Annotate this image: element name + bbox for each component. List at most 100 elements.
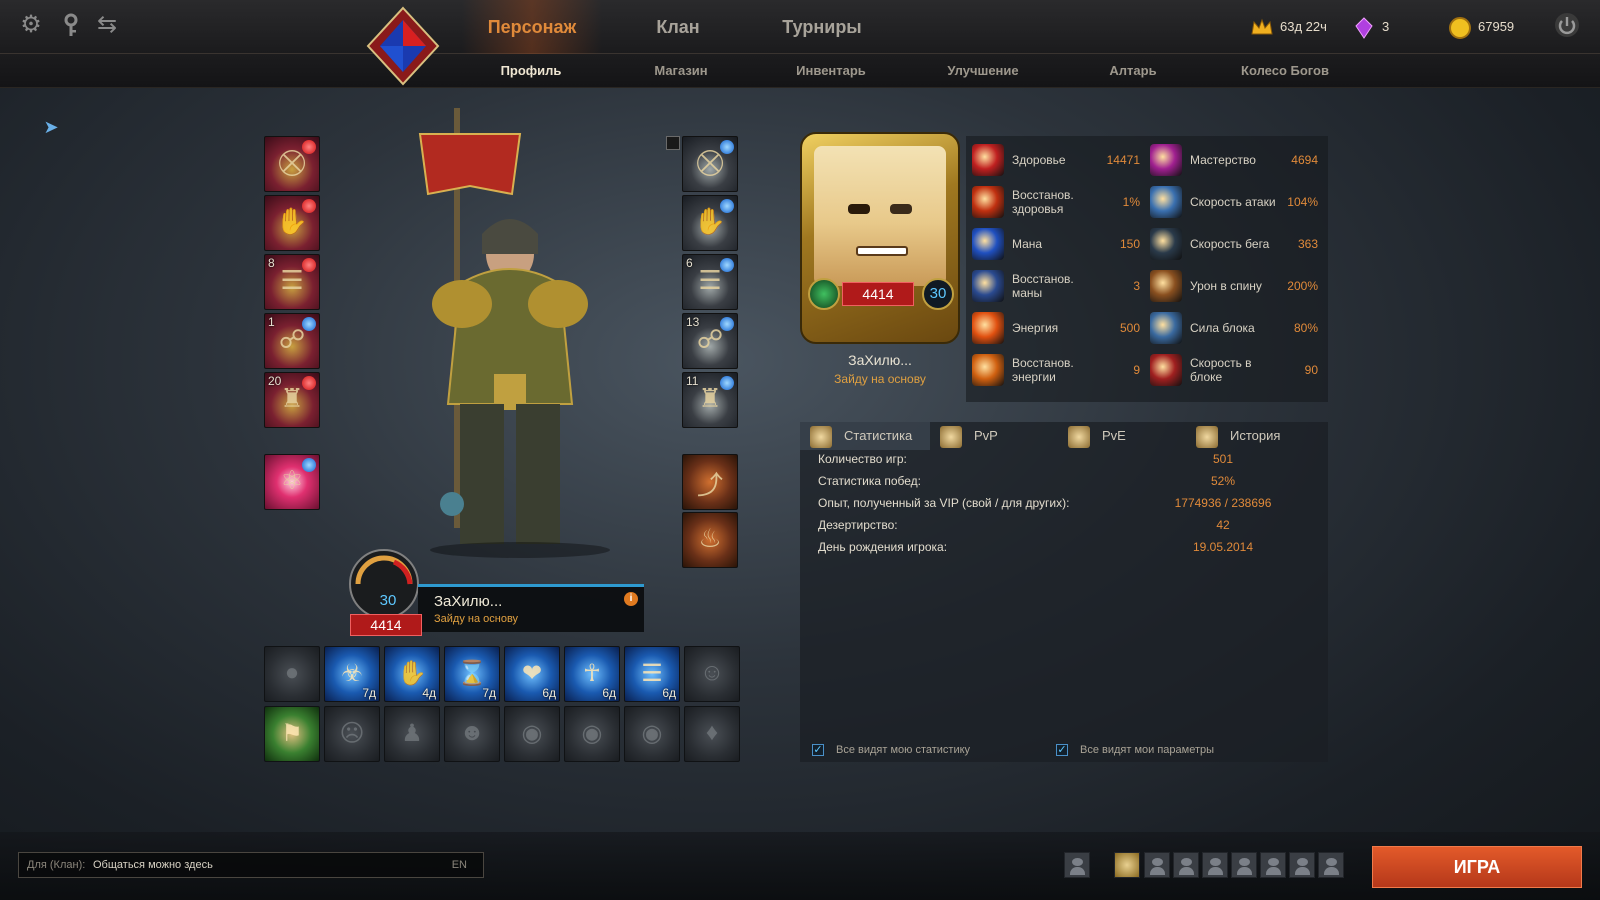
party-invite-slot[interactable] [1064, 852, 1090, 878]
equipment_left-slot-1[interactable]: ⛒ [264, 136, 320, 192]
panel-tab-2[interactable]: PvE [1058, 422, 1188, 450]
statistic-row: Опыт, полученный за VIP (свой / для друг… [818, 496, 1318, 518]
party-slot-empty[interactable] [1318, 852, 1344, 878]
mastery-icon [1150, 144, 1182, 176]
bow-icon: ⤴ [696, 470, 723, 500]
panel-tab-3[interactable]: История [1186, 422, 1316, 450]
subtab-shop[interactable]: Магазин [616, 54, 746, 88]
panel-tab-1[interactable]: PvP [930, 422, 1060, 450]
hourglass-icon: ⌛ [457, 660, 487, 687]
stat-value: 9 [1133, 363, 1140, 377]
weapon-staff-slot[interactable]: ⚛ [264, 454, 320, 510]
talent-slot[interactable]: ✋ 4д [384, 646, 440, 702]
equipment_right-slot-2[interactable]: ✋ [682, 195, 738, 251]
item-upgrade-level: 1 [268, 315, 275, 329]
stat-backstab: Урон в спину 200% [1146, 266, 1322, 306]
crossed-swords-icon [940, 425, 962, 448]
hide-helmet-checkbox[interactable] [666, 136, 680, 150]
equipment_left-slot-5[interactable]: ♜ 20 [264, 372, 320, 428]
brazier-icon: ♨ [698, 523, 722, 553]
portrait-rating: 4414 [842, 282, 914, 306]
portrait-status[interactable]: Зайду на основу [800, 372, 960, 386]
panel-tab-0[interactable]: Статистика [800, 422, 930, 450]
tab-character[interactable]: Персонаж [462, 0, 602, 54]
stat-mana: Мана 150 [968, 224, 1144, 264]
brazier-slot[interactable]: ♨ [682, 512, 738, 568]
talent-slot[interactable]: ♦ [684, 706, 740, 762]
stats-visible-checkbox[interactable]: ✓ Все видят мою статистику [812, 744, 970, 757]
party-slot-empty[interactable] [1289, 852, 1315, 878]
stat-label: Мастерство [1190, 153, 1256, 167]
equipment_right-slot-4[interactable]: ☍ 13 [682, 313, 738, 369]
party-slot-empty[interactable] [1231, 852, 1257, 878]
info-icon[interactable]: i [624, 592, 638, 606]
equipment_right-slot-5[interactable]: ♜ 11 [682, 372, 738, 428]
premium-resource[interactable]: 63д 22ч [1250, 14, 1327, 40]
talent-slot[interactable]: ⌛ 7д [444, 646, 500, 702]
statistic-label: День рождения игрока: [818, 540, 948, 554]
talent-slot[interactable]: ☻ [444, 706, 500, 762]
talent-slot[interactable]: ● [264, 646, 320, 702]
talent-slot[interactable]: ☰ 6д [624, 646, 680, 702]
party-slot-empty[interactable] [1202, 852, 1228, 878]
equipment_right-slot-3[interactable]: ☰ 6 [682, 254, 738, 310]
item-upgrade-level: 6 [686, 256, 693, 270]
bow-slot[interactable]: ⤴ [682, 454, 738, 510]
talent-duration: 6д [602, 686, 616, 700]
talent-slot[interactable]: ◉ [504, 706, 560, 762]
tab-clan[interactable]: Клан [608, 0, 748, 54]
talent-slot[interactable]: ❤ 6д [504, 646, 560, 702]
chat-channel[interactable]: Для (Клан): [27, 853, 85, 877]
bag-icon: ◉ [641, 720, 663, 747]
chat-box[interactable]: Для (Клан): EN [18, 852, 484, 878]
mask-icon: ☺ [699, 659, 725, 686]
stat-label: Здоровье [1012, 153, 1066, 167]
statistic-value: 42 [1216, 518, 1230, 532]
subtab-inventory[interactable]: Инвентарь [766, 54, 896, 88]
parchment-icon [1196, 425, 1218, 448]
talent-slot[interactable]: ◉ [624, 706, 680, 762]
talent-slot[interactable]: ♟ [384, 706, 440, 762]
crystal-resource[interactable]: 3 [1352, 14, 1389, 40]
game-logo [366, 6, 440, 86]
talent-slot[interactable]: ☺ [684, 646, 740, 702]
talent-slot[interactable]: ⚑ [264, 706, 320, 762]
panel-tab-label: PvE [1102, 428, 1126, 443]
key-icon[interactable] [58, 12, 84, 38]
stat-value: 4694 [1291, 153, 1318, 167]
statistic-label: Статистика побед: [818, 474, 922, 488]
talent-slot[interactable]: ◉ [564, 706, 620, 762]
talent-slot[interactable]: ☣ 7д [324, 646, 380, 702]
gear-icon[interactable]: ⚙ [18, 12, 44, 38]
hero-status: Зайду на основу [434, 613, 519, 625]
statistic-value: 19.05.2014 [1192, 540, 1254, 554]
power-icon[interactable] [1554, 12, 1580, 38]
check-icon: ✓ [1056, 744, 1068, 757]
gold-resource[interactable]: 67959 [1448, 14, 1514, 40]
talent-slot[interactable]: ☹ [324, 706, 380, 762]
party-slot-empty[interactable] [1173, 852, 1199, 878]
person-icon [1326, 858, 1337, 866]
equipment_left-slot-3[interactable]: ☰ 8 [264, 254, 320, 310]
hero-rating: 4414 [350, 614, 422, 636]
subtab-altar[interactable]: Алтарь [1068, 54, 1198, 88]
tab-tournaments[interactable]: Турниры [752, 0, 892, 54]
party-slot-empty[interactable] [1144, 852, 1170, 878]
ankh-icon: ☥ [583, 660, 601, 687]
play-button[interactable]: ИГРА [1372, 846, 1582, 888]
equipment_left-slot-2[interactable]: ✋ [264, 195, 320, 251]
subtab-upgrade[interactable]: Улучшение [918, 54, 1048, 88]
swap-icon[interactable]: ⇆ [94, 12, 120, 38]
equipment_left-slot-4[interactable]: ☍ 1 [264, 313, 320, 369]
stat-value: 363 [1297, 237, 1318, 251]
talent-slot[interactable]: ☥ 6д [564, 646, 620, 702]
party-slot-empty[interactable] [1260, 852, 1286, 878]
subtab-profile[interactable]: Профиль [466, 54, 596, 88]
cape-icon: ♦ [705, 719, 719, 746]
params-visible-checkbox[interactable]: ✓ Все видят мои параметры [1056, 744, 1214, 757]
chat-language[interactable]: EN [452, 853, 467, 877]
chat-input[interactable] [93, 855, 433, 875]
equipment_right-slot-1[interactable]: ⛒ [682, 136, 738, 192]
party-member-self[interactable] [1114, 852, 1140, 878]
subtab-wheel-of-gods[interactable]: Колесо Богов [1220, 54, 1350, 88]
